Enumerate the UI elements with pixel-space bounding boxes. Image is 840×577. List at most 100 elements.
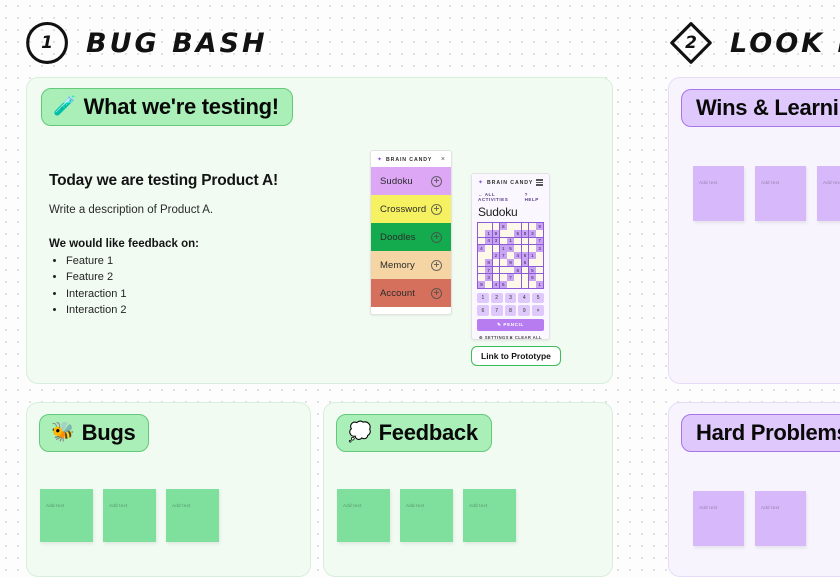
- keypad-key[interactable]: 4: [518, 293, 531, 304]
- plus-circle-icon[interactable]: [431, 231, 442, 243]
- close-icon[interactable]: ×: [441, 156, 445, 163]
- sudoku-cell[interactable]: [528, 223, 536, 230]
- sticky-note[interactable]: Add text: [103, 489, 156, 542]
- menu-row[interactable]: Sudoku: [371, 167, 451, 195]
- sudoku-cell[interactable]: [492, 259, 500, 267]
- sudoku-cell[interactable]: [528, 281, 536, 289]
- sudoku-cell[interactable]: [478, 266, 485, 274]
- keypad-key[interactable]: 3: [504, 293, 517, 304]
- sudoku-cell[interactable]: [536, 273, 544, 281]
- keypad-key[interactable]: 2: [490, 293, 503, 304]
- menu-row[interactable]: Memory: [371, 251, 451, 279]
- testing-description[interactable]: Write a description of Product A.: [49, 204, 349, 216]
- sudoku-cell[interactable]: [528, 244, 536, 252]
- sticky-note[interactable]: Add text: [400, 489, 453, 542]
- sudoku-cell[interactable]: [528, 259, 536, 267]
- sudoku-cell[interactable]: [521, 273, 529, 281]
- sticky-note[interactable]: Add text: [755, 166, 806, 221]
- sudoku-cell[interactable]: [507, 266, 514, 274]
- sudoku-cell[interactable]: 1: [507, 237, 514, 245]
- plus-circle-icon[interactable]: [431, 175, 442, 187]
- sticky-note[interactable]: Add text: [693, 166, 744, 221]
- back-to-activities-link[interactable]: ← ALL ACTIVITIES: [478, 192, 525, 202]
- sudoku-cell[interactable]: 8: [528, 273, 536, 281]
- bugs-pill[interactable]: 🐝 Bugs: [39, 414, 150, 453]
- sudoku-cell[interactable]: [528, 237, 536, 245]
- sudoku-cell[interactable]: [536, 230, 544, 238]
- sticky-note[interactable]: Add text: [40, 489, 93, 542]
- sudoku-cell[interactable]: [521, 244, 529, 252]
- sudoku-cell[interactable]: 1: [499, 244, 507, 252]
- sticky-note[interactable]: Add text: [755, 491, 806, 546]
- sudoku-cell[interactable]: [492, 223, 500, 230]
- sudoku-cell[interactable]: 9: [478, 281, 485, 289]
- plus-circle-icon[interactable]: [431, 259, 442, 271]
- sudoku-cell[interactable]: 1: [485, 230, 493, 238]
- keypad-key[interactable]: 1: [477, 293, 489, 304]
- sudoku-cell[interactable]: [514, 223, 522, 230]
- clear-all-button[interactable]: ✖ CLEAR ALL: [509, 335, 542, 339]
- sudoku-cell[interactable]: [507, 223, 514, 230]
- sudoku-cell[interactable]: [499, 273, 507, 281]
- sudoku-cell[interactable]: 9: [507, 259, 514, 267]
- menu-row[interactable]: Account: [371, 279, 451, 307]
- sudoku-cell[interactable]: [485, 252, 493, 259]
- sudoku-cell[interactable]: 3: [492, 237, 500, 245]
- sudoku-cell[interactable]: 7: [507, 273, 514, 281]
- keypad-key[interactable]: 5: [532, 293, 544, 304]
- sudoku-cell[interactable]: [499, 230, 507, 238]
- sudoku-cell[interactable]: 6: [514, 266, 522, 274]
- sudoku-cell[interactable]: [478, 259, 485, 267]
- sudoku-cell[interactable]: [492, 266, 500, 274]
- sudoku-cell[interactable]: 5: [499, 281, 507, 289]
- keypad-key[interactable]: 8: [504, 305, 517, 316]
- sudoku-cell[interactable]: [514, 281, 522, 289]
- sudoku-cell[interactable]: 9: [536, 223, 544, 230]
- wins-pill[interactable]: Wins & Learnings: [681, 89, 840, 128]
- sudoku-cell[interactable]: [536, 266, 544, 274]
- sticky-note[interactable]: Add text: [817, 166, 840, 221]
- sudoku-cell[interactable]: 8: [521, 230, 529, 238]
- sudoku-cell[interactable]: [514, 273, 522, 281]
- sticky-note[interactable]: Add text: [166, 489, 219, 542]
- sudoku-cell[interactable]: [485, 223, 493, 230]
- sudoku-cell[interactable]: 5: [528, 266, 536, 274]
- sudoku-cell[interactable]: 3: [536, 244, 544, 252]
- hard-problems-pill[interactable]: Hard Problems: [681, 414, 840, 453]
- menu-row[interactable]: Crossword: [371, 195, 451, 223]
- settings-button[interactable]: ⚙ SETTINGS: [479, 335, 509, 339]
- sudoku-cell[interactable]: [485, 244, 493, 252]
- prototype-sudoku-screen[interactable]: ✦ BRAIN CANDY ← ALL ACTIVITIES ? HELP Su…: [471, 173, 550, 340]
- keypad-key[interactable]: 6: [477, 305, 489, 316]
- plus-circle-icon[interactable]: [431, 203, 442, 215]
- sudoku-cell[interactable]: [521, 237, 529, 245]
- sudoku-cell[interactable]: [499, 266, 507, 274]
- sudoku-cell[interactable]: [521, 281, 529, 289]
- sudoku-cell[interactable]: 4: [478, 244, 485, 252]
- sudoku-cell[interactable]: [521, 223, 529, 230]
- sudoku-cell[interactable]: [478, 223, 485, 230]
- sudoku-cell[interactable]: 4: [485, 237, 493, 245]
- sudoku-cell[interactable]: [478, 252, 485, 259]
- sticky-note[interactable]: Add text: [463, 489, 516, 542]
- keypad-key[interactable]: ×: [532, 305, 544, 316]
- sudoku-cell[interactable]: 4: [514, 252, 522, 259]
- pencil-toggle-button[interactable]: ✎ PENCIL: [477, 318, 544, 331]
- sudoku-grid[interactable]: 891958343174153274618957653789451: [477, 222, 544, 290]
- sudoku-cell[interactable]: 6: [521, 252, 529, 259]
- sudoku-keypad[interactable]: 1 2 3 4 5 6 7 8 9 ×: [472, 289, 549, 316]
- sudoku-cell[interactable]: [514, 259, 522, 267]
- sudoku-cell[interactable]: [507, 252, 514, 259]
- sudoku-cell[interactable]: [499, 237, 507, 245]
- sudoku-cell[interactable]: 5: [521, 259, 529, 267]
- prototype-menu-screen[interactable]: ✦ BRAIN CANDY × Sudoku Crossword Doodles…: [370, 150, 452, 315]
- sudoku-cell[interactable]: [514, 244, 522, 252]
- sudoku-cell[interactable]: 8: [485, 259, 493, 267]
- plus-circle-icon[interactable]: [431, 287, 442, 299]
- sudoku-cell[interactable]: [507, 281, 514, 289]
- sudoku-cell[interactable]: [485, 281, 493, 289]
- help-link[interactable]: ? HELP: [525, 192, 543, 202]
- sudoku-cell[interactable]: [478, 237, 485, 245]
- sudoku-cell[interactable]: 7: [536, 237, 544, 245]
- sticky-note[interactable]: Add text: [337, 489, 390, 542]
